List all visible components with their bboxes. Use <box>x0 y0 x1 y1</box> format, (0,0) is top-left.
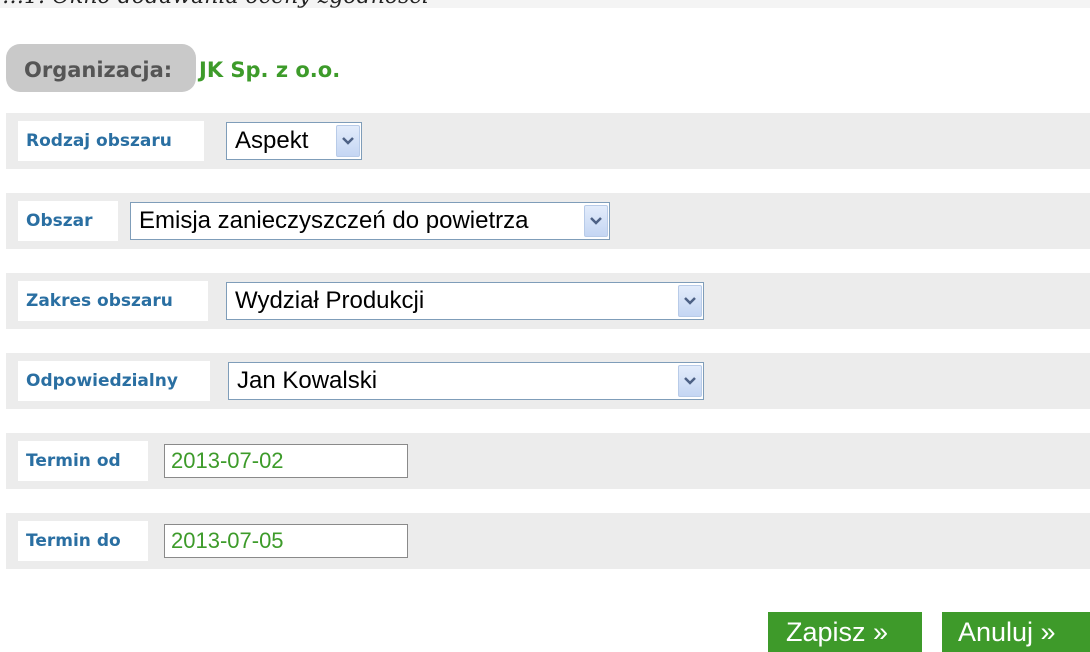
organization-value: JK Sp. z o.o. <box>199 58 341 82</box>
figure-caption: …1. Okno dodawania oceny zgodności <box>0 0 1090 8</box>
termin-od-label: Termin od <box>18 441 148 481</box>
row-termin-od: Termin od 2013-07-02 <box>6 433 1090 489</box>
zakres-obszaru-select[interactable]: Wydział Produkcji <box>226 282 704 320</box>
chevron-down-icon[interactable] <box>678 365 702 397</box>
row-rodzaj-obszaru: Rodzaj obszaru Aspekt <box>6 113 1090 169</box>
zakres-obszaru-value: Wydział Produkcji <box>235 287 425 314</box>
row-obszar: Obszar Emisja zanieczyszczeń do powietrz… <box>6 193 1090 249</box>
chevron-down-icon[interactable] <box>584 205 608 237</box>
termin-do-label: Termin do <box>18 521 148 561</box>
chevron-down-icon[interactable] <box>336 125 360 157</box>
termin-od-input[interactable]: 2013-07-02 <box>164 444 408 478</box>
termin-do-input[interactable]: 2013-07-05 <box>164 524 408 558</box>
chevron-down-icon[interactable] <box>678 285 702 317</box>
row-odpowiedzialny: Odpowiedzialny Jan Kowalski <box>6 353 1090 409</box>
odpowiedzialny-select[interactable]: Jan Kowalski <box>228 362 704 400</box>
rodzaj-obszaru-label: Rodzaj obszaru <box>18 121 204 161</box>
obszar-label: Obszar <box>18 201 118 241</box>
rodzaj-obszaru-value: Aspekt <box>235 127 309 154</box>
row-zakres-obszaru: Zakres obszaru Wydział Produkcji <box>6 273 1090 329</box>
odpowiedzialny-label: Odpowiedzialny <box>18 361 210 401</box>
obszar-select[interactable]: Emisja zanieczyszczeń do powietrza <box>130 202 610 240</box>
rodzaj-obszaru-select[interactable]: Aspekt <box>226 122 362 160</box>
save-button[interactable]: Zapisz » <box>768 612 922 652</box>
obszar-value: Emisja zanieczyszczeń do powietrza <box>139 207 529 234</box>
row-termin-do: Termin do 2013-07-05 <box>6 513 1090 569</box>
zakres-obszaru-label: Zakres obszaru <box>18 281 208 321</box>
organization-label: Organizacja: <box>24 58 173 82</box>
odpowiedzialny-value: Jan Kowalski <box>237 367 378 394</box>
cancel-button[interactable]: Anuluj » <box>942 612 1090 652</box>
